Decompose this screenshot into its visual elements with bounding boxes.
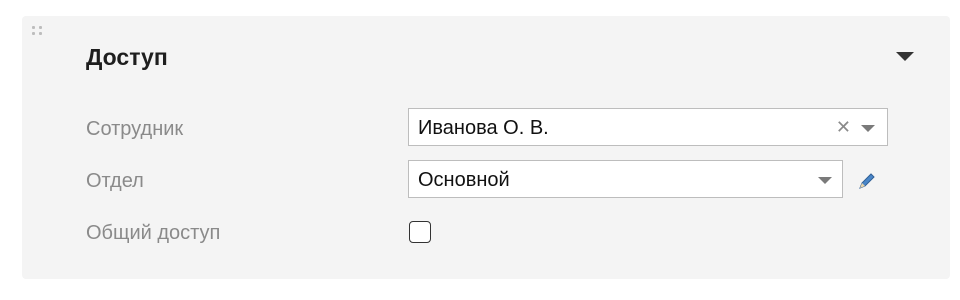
- employee-select[interactable]: Иванова О. В. ✕: [408, 108, 888, 146]
- shared-access-checkbox[interactable]: [409, 221, 431, 243]
- employee-value: Иванова О. В.: [418, 117, 549, 139]
- chevron-down-icon[interactable]: [818, 177, 832, 184]
- department-label: Отдел: [86, 170, 144, 192]
- pencil-icon[interactable]: [856, 170, 878, 192]
- shared-access-label: Общий доступ: [86, 222, 221, 244]
- collapse-toggle-icon[interactable]: [896, 52, 914, 61]
- section-title: Доступ: [86, 44, 168, 70]
- access-panel: Доступ Сотрудник Иванова О. В. ✕ Отдел О…: [22, 16, 950, 279]
- department-select[interactable]: Основной: [408, 160, 843, 198]
- drag-handle-icon[interactable]: [32, 26, 46, 38]
- close-icon[interactable]: ✕: [836, 117, 851, 137]
- chevron-down-icon[interactable]: [861, 125, 875, 132]
- department-value: Основной: [418, 169, 510, 191]
- employee-label: Сотрудник: [86, 118, 184, 140]
